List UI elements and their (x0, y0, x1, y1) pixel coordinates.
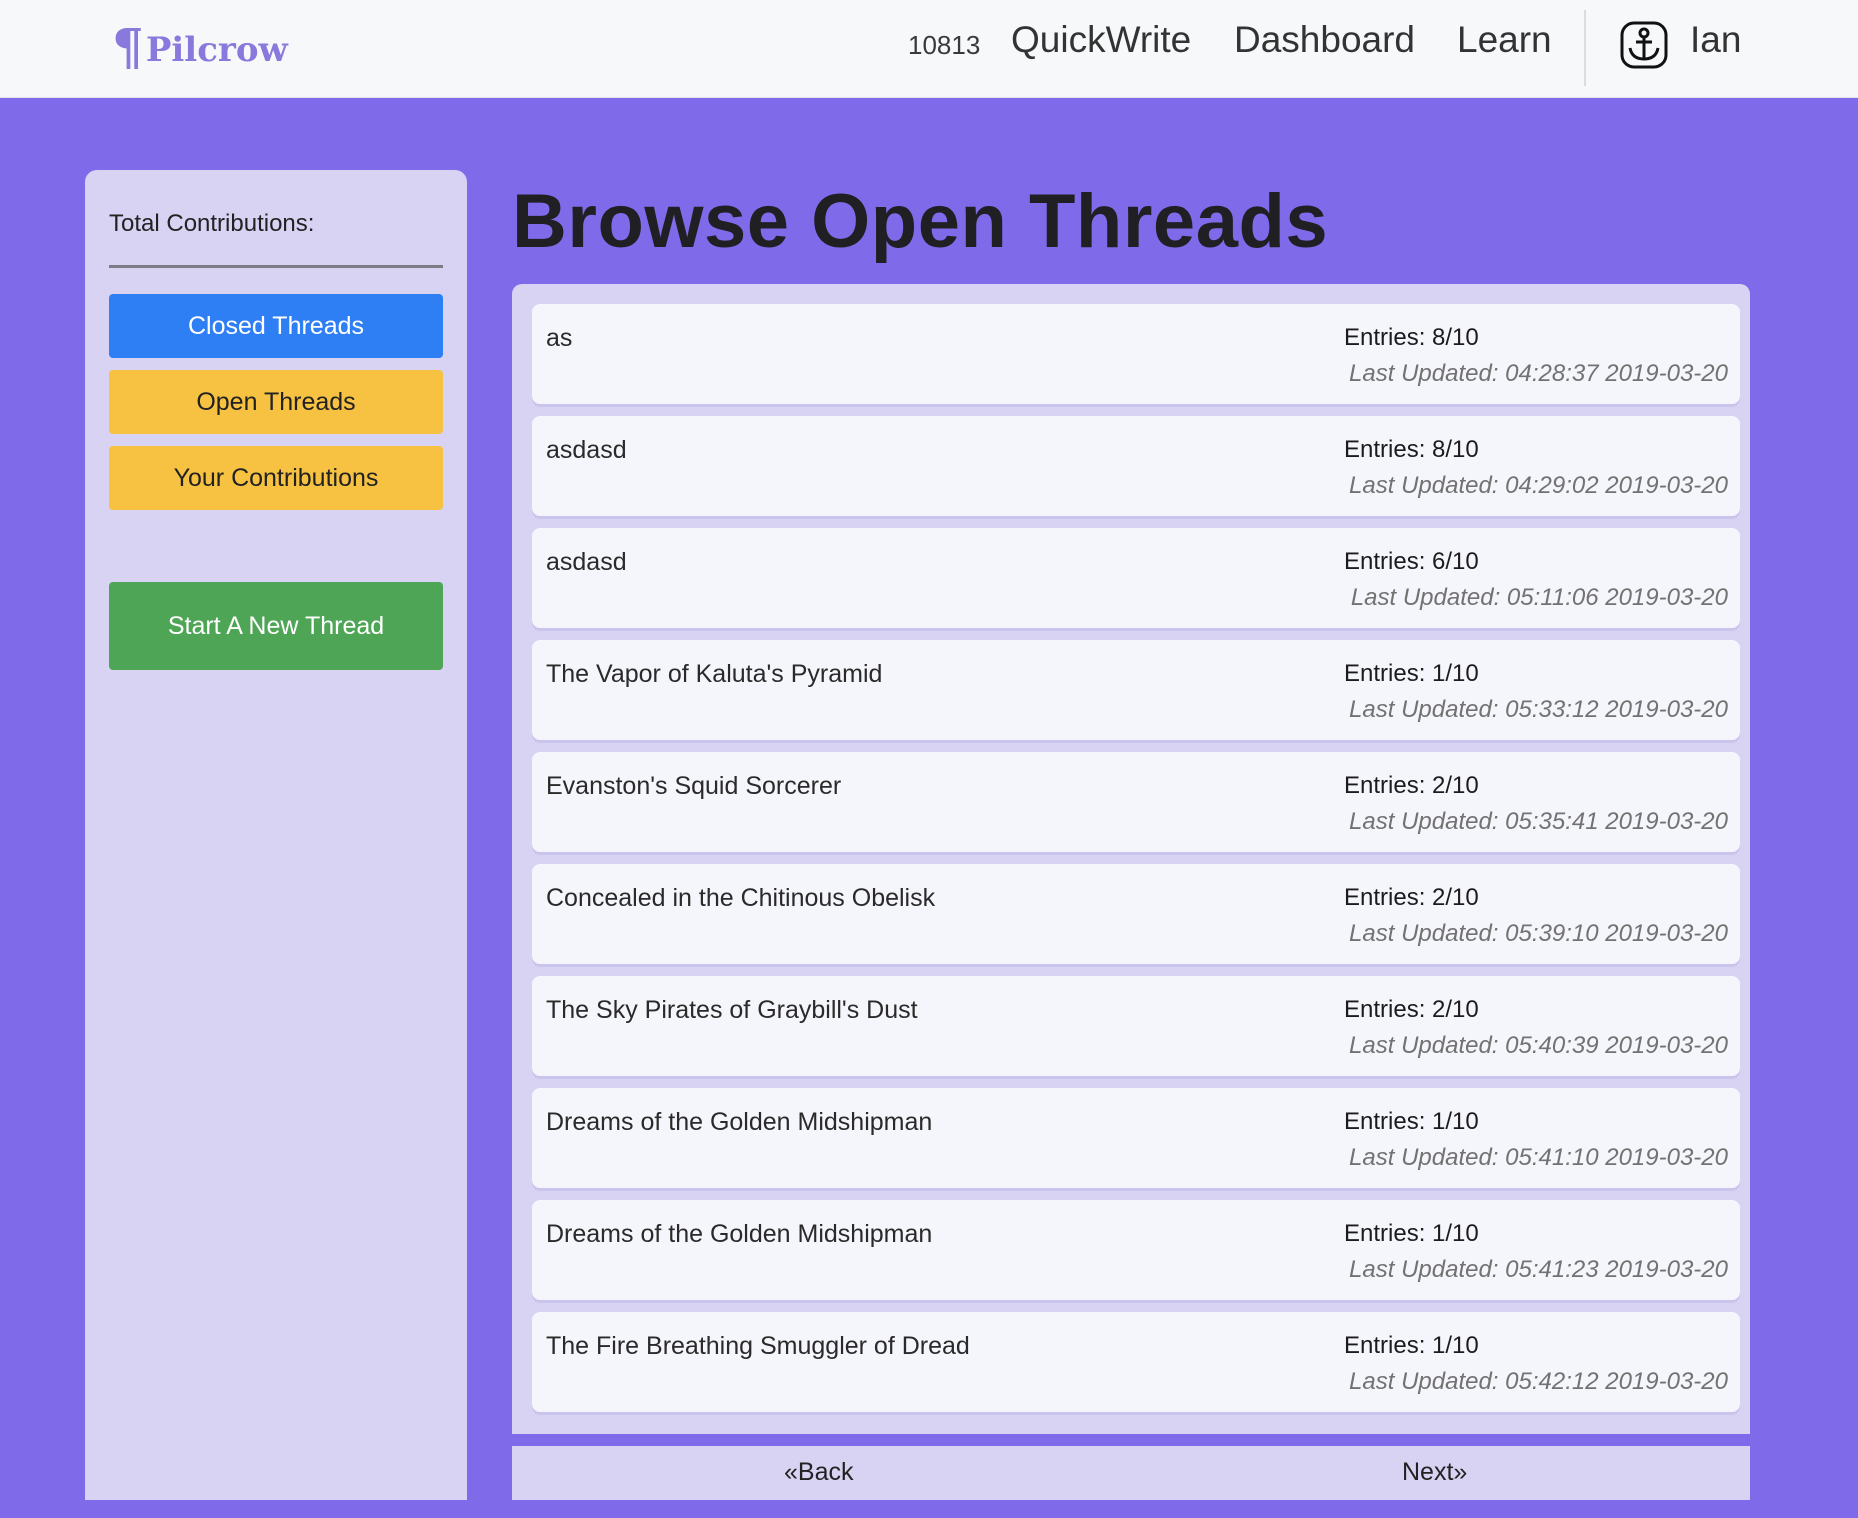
thread-title: as (546, 324, 573, 352)
thread-row[interactable]: Dreams of the Golden Midshipman Entries:… (532, 1200, 1740, 1300)
thread-entries: Entries: 1/10 (1344, 1332, 1479, 1359)
thread-last-updated: Last Updated: 05:42:12 2019-03-20 (1349, 1368, 1728, 1395)
thread-row[interactable]: asdasd Entries: 8/10 Last Updated: 04:29… (532, 416, 1740, 516)
thread-entries: Entries: 6/10 (1344, 548, 1479, 575)
pilcrow-logo-text: Pilcrow (145, 30, 288, 70)
thread-entries: Entries: 8/10 (1344, 436, 1479, 463)
thread-title: The Sky Pirates of Graybill's Dust (546, 996, 918, 1024)
thread-title: asdasd (546, 548, 627, 576)
thread-title: Evanston's Squid Sorcerer (546, 772, 842, 800)
thread-entries: Entries: 1/10 (1344, 660, 1479, 687)
thread-last-updated: Last Updated: 05:11:06 2019-03-20 (1350, 584, 1728, 611)
thread-row[interactable]: as Entries: 8/10 Last Updated: 04:28:37 … (532, 304, 1740, 404)
start-new-thread-button[interactable]: Start A New Thread (109, 582, 443, 670)
nav-dashboard[interactable]: Dashboard (1234, 19, 1415, 61)
thread-last-updated: Last Updated: 05:40:39 2019-03-20 (1349, 1032, 1728, 1059)
nav-learn[interactable]: Learn (1457, 19, 1552, 61)
nav-quickwrite[interactable]: QuickWrite (1011, 19, 1191, 61)
thread-last-updated: Last Updated: 05:41:10 2019-03-20 (1349, 1144, 1728, 1171)
thread-title: Dreams of the Golden Midshipman (546, 1108, 933, 1136)
your-contributions-button[interactable]: Your Contributions (109, 446, 443, 510)
thread-list: as Entries: 8/10 Last Updated: 04:28:37 … (512, 284, 1750, 1434)
thread-entries: Entries: 2/10 (1344, 884, 1479, 911)
thread-title: Concealed in the Chitinous Obelisk (546, 884, 936, 912)
thread-row[interactable]: Concealed in the Chitinous Obelisk Entri… (532, 864, 1740, 964)
thread-entries: Entries: 8/10 (1344, 324, 1479, 351)
thread-last-updated: Last Updated: 05:39:10 2019-03-20 (1349, 920, 1728, 947)
thread-row[interactable]: asdasd Entries: 6/10 Last Updated: 05:11… (532, 528, 1740, 628)
total-contributions-label: Total Contributions: (109, 210, 315, 237)
thread-entries: Entries: 2/10 (1344, 772, 1479, 799)
sidebar-divider (109, 265, 443, 268)
thread-title: Dreams of the Golden Midshipman (546, 1220, 933, 1248)
thread-last-updated: Last Updated: 05:35:41 2019-03-20 (1349, 808, 1728, 835)
pilcrow-logo-mark: ¶ (112, 17, 144, 76)
thread-entries: Entries: 2/10 (1344, 996, 1479, 1023)
thread-row[interactable]: The Sky Pirates of Graybill's Dust Entri… (532, 976, 1740, 1076)
pilcrow-logo[interactable]: ¶ Pilcrow (112, 22, 288, 72)
sidebar: Total Contributions: Closed Threads Open… (85, 170, 467, 1500)
closed-threads-button[interactable]: Closed Threads (109, 294, 443, 358)
thread-last-updated: Last Updated: 04:28:37 2019-03-20 (1349, 360, 1728, 387)
nav-divider (1584, 10, 1586, 86)
thread-row[interactable]: Evanston's Squid Sorcerer Entries: 2/10 … (532, 752, 1740, 852)
thread-row[interactable]: The Vapor of Kaluta's Pyramid Entries: 1… (532, 640, 1740, 740)
thread-entries: Entries: 1/10 (1344, 1108, 1479, 1135)
thread-last-updated: Last Updated: 04:29:02 2019-03-20 (1349, 472, 1728, 499)
top-navbar: ¶ Pilcrow 10813 QuickWrite Dashboard Lea… (0, 0, 1858, 98)
thread-title: asdasd (546, 436, 627, 464)
thread-row[interactable]: The Fire Breathing Smuggler of Dread Ent… (532, 1312, 1740, 1412)
open-threads-button[interactable]: Open Threads (109, 370, 443, 434)
thread-row[interactable]: Dreams of the Golden Midshipman Entries:… (532, 1088, 1740, 1188)
thread-last-updated: Last Updated: 05:33:12 2019-03-20 (1349, 696, 1728, 723)
back-button[interactable]: «Back (784, 1458, 853, 1487)
page-title: Browse Open Threads (512, 179, 1329, 264)
word-count: 10813 (908, 30, 981, 60)
pagination: «Back Next» (512, 1446, 1750, 1500)
user-name[interactable]: Ian (1690, 19, 1741, 61)
thread-last-updated: Last Updated: 05:41:23 2019-03-20 (1349, 1256, 1728, 1283)
anchor-icon[interactable] (1620, 21, 1668, 69)
thread-entries: Entries: 1/10 (1344, 1220, 1479, 1247)
thread-title: The Fire Breathing Smuggler of Dread (546, 1332, 970, 1360)
thread-title: The Vapor of Kaluta's Pyramid (546, 660, 883, 688)
next-button[interactable]: Next» (1402, 1458, 1467, 1487)
